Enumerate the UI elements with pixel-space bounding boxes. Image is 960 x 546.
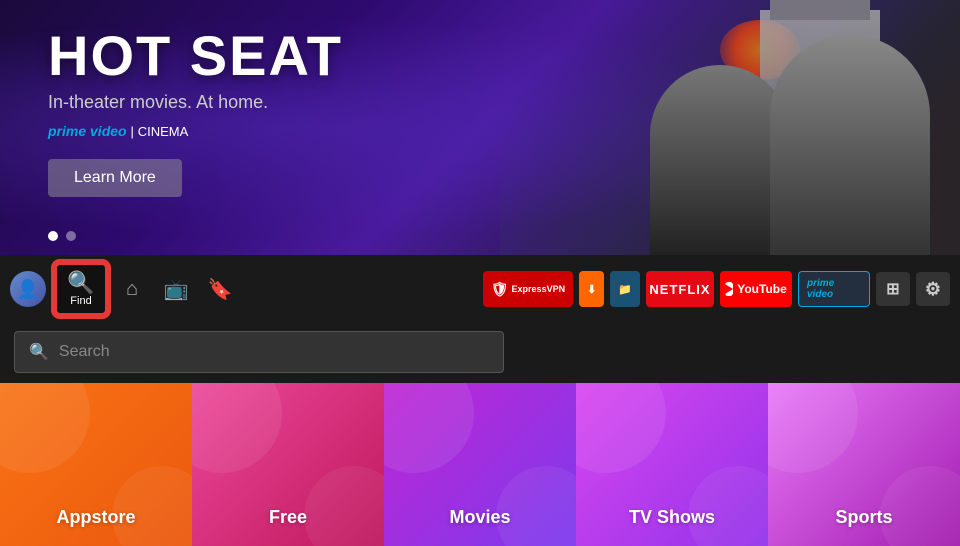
appstore-label: Appstore	[56, 507, 135, 528]
prime-video-label: prime video	[807, 278, 861, 300]
grid-icon: ⊞	[886, 279, 899, 299]
tv-icon: 📺	[164, 277, 189, 302]
prime-video-app[interactable]: prime video	[798, 271, 870, 307]
search-placeholder: Search	[59, 343, 110, 361]
home-button[interactable]: ⌂	[112, 269, 152, 309]
bookmark-icon: 🔖	[208, 277, 233, 302]
free-category[interactable]: Free	[192, 383, 384, 546]
tvshows-category[interactable]: TV Shows	[576, 383, 768, 546]
search-bar-icon: 🔍	[29, 342, 49, 362]
avatar[interactable]: 👤	[10, 271, 46, 307]
add-apps-button[interactable]: ⊞	[876, 272, 910, 306]
downloader-app[interactable]: ⬇	[579, 271, 604, 307]
find-label: Find	[70, 295, 91, 307]
hero-dots	[48, 231, 76, 241]
sports-category[interactable]: Sports	[768, 383, 960, 546]
dot-2[interactable]	[66, 231, 76, 241]
home-icon: ⌂	[126, 278, 138, 301]
hero-banner: HOT SEAT In-theater movies. At home. pri…	[0, 0, 960, 255]
settings-button[interactable]: ⚙	[916, 272, 950, 306]
categories-grid: Appstore Free Movies TV Shows Sports	[0, 383, 960, 546]
youtube-play-icon	[725, 282, 733, 296]
expressvpn-icon: 🛡	[491, 281, 509, 298]
learn-more-button[interactable]: Learn More	[48, 159, 182, 197]
hero-brand: prime video | CINEMA	[48, 123, 343, 139]
youtube-app[interactable]: YouTube	[720, 271, 792, 307]
find-button[interactable]: 🔍 Find	[54, 262, 108, 316]
nav-bar: 👤 🔍 Find ⌂ 📺 🔖 🛡 ExpressVPN ⬇ 📁 NETFLIX	[0, 255, 960, 323]
gear-icon: ⚙	[925, 279, 941, 300]
netflix-label: NETFLIX	[649, 282, 710, 297]
appstore-category[interactable]: Appstore	[0, 383, 192, 546]
hero-subtitle: In-theater movies. At home.	[48, 92, 343, 113]
search-bar[interactable]: 🔍 Search	[14, 331, 504, 373]
bookmark-button[interactable]: 🔖	[200, 269, 240, 309]
dot-1[interactable]	[48, 231, 58, 241]
tv-button[interactable]: 📺	[156, 269, 196, 309]
avatar-icon: 👤	[17, 279, 39, 300]
app-shortcuts: 🛡 ExpressVPN ⬇ 📁 NETFLIX YouTube prime v…	[483, 271, 950, 307]
hero-title: HOT SEAT	[48, 28, 343, 84]
expressvpn-app[interactable]: 🛡 ExpressVPN	[483, 271, 573, 307]
netflix-app[interactable]: NETFLIX	[646, 271, 714, 307]
movies-category[interactable]: Movies	[384, 383, 576, 546]
youtube-label: YouTube	[737, 282, 787, 296]
movies-label: Movies	[449, 507, 510, 528]
downloader-icon: ⬇	[587, 283, 596, 296]
prime-video-logo: prime video | CINEMA	[48, 123, 188, 139]
filemanager-app[interactable]: 📁	[610, 271, 640, 307]
tvshows-label: TV Shows	[629, 507, 715, 528]
search-container: 🔍 Search	[0, 323, 960, 383]
search-icon: 🔍	[67, 272, 94, 294]
filemanager-icon: 📁	[618, 283, 632, 296]
free-label: Free	[269, 507, 307, 528]
sports-label: Sports	[835, 507, 892, 528]
